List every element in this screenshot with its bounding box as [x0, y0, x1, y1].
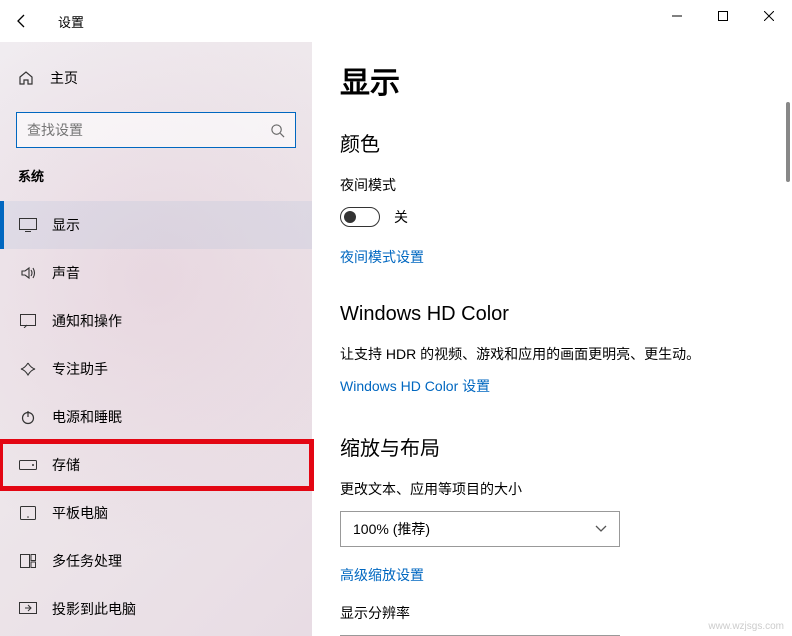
home-link[interactable]: 主页: [0, 56, 312, 100]
sidebar-item-display[interactable]: 显示: [0, 201, 312, 249]
sidebar-item-label: 多任务处理: [52, 551, 122, 571]
sidebar-item-multitask[interactable]: 多任务处理: [0, 537, 312, 585]
sidebar-item-label: 声音: [52, 263, 80, 283]
arrow-left-icon: [14, 13, 30, 29]
maximize-button[interactable]: [700, 0, 746, 32]
titlebar: 设置: [0, 0, 792, 42]
window-controls: [654, 0, 792, 32]
sidebar-item-notifications[interactable]: 通知和操作: [0, 297, 312, 345]
page-title: 显示: [340, 58, 764, 102]
window-title: 设置: [58, 12, 84, 31]
tablet-icon: [18, 506, 38, 520]
project-icon: [18, 602, 38, 616]
power-icon: [18, 409, 38, 425]
sidebar-item-label: 存储: [52, 455, 80, 475]
section-scale: 缩放与布局: [340, 432, 764, 461]
sound-icon: [18, 265, 38, 281]
storage-icon: [18, 460, 38, 470]
sidebar: 主页 系统 显示 声音 通知和操作: [0, 42, 312, 636]
night-light-toggle[interactable]: [340, 207, 380, 227]
watermark: www.wzjsgs.com: [708, 621, 784, 632]
display-icon: [18, 218, 38, 232]
search-field[interactable]: [27, 122, 270, 138]
minimize-button[interactable]: [654, 0, 700, 32]
focus-icon: [18, 361, 38, 377]
sidebar-item-project[interactable]: 投影到此电脑: [0, 585, 312, 633]
text-size-label: 更改文本、应用等项目的大小: [340, 479, 764, 499]
sidebar-item-label: 平板电脑: [52, 503, 108, 523]
resolution-label: 显示分辨率: [340, 603, 764, 623]
night-light-label: 夜间模式: [340, 175, 764, 195]
nav-list: 显示 声音 通知和操作 专注助手 电源和睡眠 存储: [0, 201, 312, 633]
advanced-scale-link[interactable]: 高级缩放设置: [340, 565, 424, 585]
sidebar-item-storage[interactable]: 存储: [0, 441, 312, 489]
main-panel: 显示 颜色 夜间模式 关 夜间模式设置 Windows HD Color 让支持…: [312, 42, 792, 636]
sidebar-item-tablet[interactable]: 平板电脑: [0, 489, 312, 537]
sidebar-item-label: 专注助手: [52, 359, 108, 379]
hdcolor-desc: 让支持 HDR 的视频、游戏和应用的画面更明亮、更生动。: [340, 344, 764, 364]
home-icon: [18, 70, 36, 86]
text-size-dropdown[interactable]: 100% (推荐): [340, 511, 620, 547]
section-color: 颜色: [340, 128, 764, 157]
section-hdcolor: Windows HD Color: [340, 303, 764, 326]
notification-icon: [18, 314, 38, 328]
sidebar-item-label: 电源和睡眠: [52, 407, 122, 427]
sidebar-item-focus[interactable]: 专注助手: [0, 345, 312, 393]
sidebar-item-label: 通知和操作: [52, 311, 122, 331]
sidebar-item-sound[interactable]: 声音: [0, 249, 312, 297]
home-label: 主页: [50, 68, 78, 88]
close-button[interactable]: [746, 0, 792, 32]
night-light-settings-link[interactable]: 夜间模式设置: [340, 247, 424, 267]
sidebar-item-power[interactable]: 电源和睡眠: [0, 393, 312, 441]
dropdown-value: 100% (推荐): [353, 519, 430, 539]
sidebar-item-label: 投影到此电脑: [52, 599, 136, 619]
sidebar-item-label: 显示: [52, 215, 80, 235]
sidebar-section: 系统: [0, 166, 312, 185]
chevron-down-icon: [595, 525, 607, 533]
scrollbar[interactable]: [786, 102, 790, 182]
search-icon: [270, 123, 285, 138]
search-input[interactable]: [16, 112, 296, 148]
hdcolor-link[interactable]: Windows HD Color 设置: [340, 376, 490, 396]
toggle-state-text: 关: [394, 207, 408, 227]
multitask-icon: [18, 554, 38, 568]
back-button[interactable]: [8, 7, 36, 35]
